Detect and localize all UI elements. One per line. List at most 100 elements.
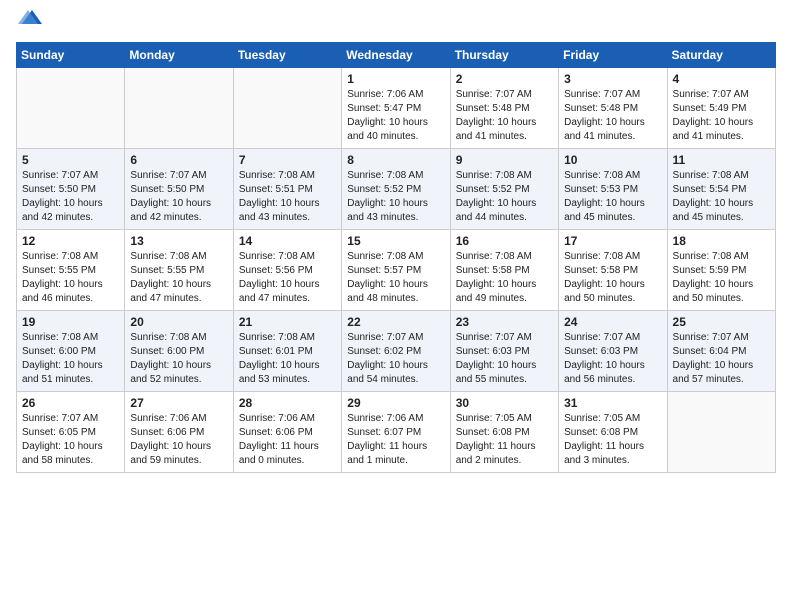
calendar-cell: 5 Sunrise: 7:07 AM Sunset: 5:50 PM Daylig… — [17, 149, 125, 230]
calendar-cell: 19 Sunrise: 7:08 AM Sunset: 6:00 PM Dayli… — [17, 311, 125, 392]
day-info: Sunrise: 7:07 AM Sunset: 6:05 PM Dayligh… — [22, 412, 119, 468]
day-number: 15 — [347, 234, 444, 248]
day-info: Sunrise: 7:08 AM Sunset: 5:55 PM Dayligh… — [130, 250, 227, 306]
day-info: Sunrise: 7:08 AM Sunset: 5:55 PM Dayligh… — [22, 250, 119, 306]
calendar-cell: 22Sunrise: 7:07 AM Sunset: 6:02 PM Dayli… — [342, 311, 450, 392]
day-number: 17 — [564, 234, 661, 248]
day-number: 4 — [673, 72, 770, 86]
day-info: Sunrise: 7:08 AM Sunset: 5:57 PM Dayligh… — [347, 250, 444, 306]
weekday-header-saturday: Saturday — [667, 43, 775, 68]
calendar-cell: 2 Sunrise: 7:07 AM Sunset: 5:48 PM Daylig… — [450, 68, 558, 149]
calendar-cell: 10Sunrise: 7:08 AM Sunset: 5:53 PM Dayli… — [559, 149, 667, 230]
day-info: Sunrise: 7:07 AM Sunset: 6:03 PM Dayligh… — [456, 331, 553, 387]
day-info: Sunrise: 7:08 AM Sunset: 6:00 PM Dayligh… — [130, 331, 227, 387]
day-info: Sunrise: 7:07 AM Sunset: 6:04 PM Dayligh… — [673, 331, 770, 387]
day-number: 8 — [347, 153, 444, 167]
calendar-week-3: 12Sunrise: 7:08 AM Sunset: 5:55 PM Dayli… — [17, 230, 776, 311]
calendar-week-4: 19 Sunrise: 7:08 AM Sunset: 6:00 PM Dayli… — [17, 311, 776, 392]
calendar-cell: 25 Sunrise: 7:07 AM Sunset: 6:04 PM Dayli… — [667, 311, 775, 392]
day-number: 23 — [456, 315, 553, 329]
day-number: 20 — [130, 315, 227, 329]
day-number: 29 — [347, 396, 444, 410]
calendar-cell: 18 Sunrise: 7:08 AM Sunset: 5:59 PM Dayli… — [667, 230, 775, 311]
weekday-header-thursday: Thursday — [450, 43, 558, 68]
day-info: Sunrise: 7:06 AM Sunset: 6:06 PM Dayligh… — [239, 412, 336, 468]
calendar-cell: 21 Sunrise: 7:08 AM Sunset: 6:01 PM Dayli… — [233, 311, 341, 392]
calendar-cell: 11Sunrise: 7:08 AM Sunset: 5:54 PM Dayli… — [667, 149, 775, 230]
day-number: 26 — [22, 396, 119, 410]
day-number: 16 — [456, 234, 553, 248]
day-number: 25 — [673, 315, 770, 329]
day-info: Sunrise: 7:07 AM Sunset: 5:50 PM Dayligh… — [22, 169, 119, 225]
calendar-cell: 9 Sunrise: 7:08 AM Sunset: 5:52 PM Daylig… — [450, 149, 558, 230]
day-number: 21 — [239, 315, 336, 329]
calendar-cell — [125, 68, 233, 149]
day-info: Sunrise: 7:08 AM Sunset: 5:58 PM Dayligh… — [456, 250, 553, 306]
day-number: 2 — [456, 72, 553, 86]
calendar-week-2: 5 Sunrise: 7:07 AM Sunset: 5:50 PM Daylig… — [17, 149, 776, 230]
day-info: Sunrise: 7:07 AM Sunset: 5:48 PM Dayligh… — [564, 88, 661, 144]
day-number: 27 — [130, 396, 227, 410]
calendar-cell: 8Sunrise: 7:08 AM Sunset: 5:52 PM Daylig… — [342, 149, 450, 230]
calendar-cell: 16 Sunrise: 7:08 AM Sunset: 5:58 PM Dayli… — [450, 230, 558, 311]
day-info: Sunrise: 7:05 AM Sunset: 6:08 PM Dayligh… — [564, 412, 661, 468]
calendar-cell: 7Sunrise: 7:08 AM Sunset: 5:51 PM Daylig… — [233, 149, 341, 230]
weekday-header-wednesday: Wednesday — [342, 43, 450, 68]
day-number: 7 — [239, 153, 336, 167]
day-number: 3 — [564, 72, 661, 86]
day-number: 6 — [130, 153, 227, 167]
day-info: Sunrise: 7:07 AM Sunset: 5:49 PM Dayligh… — [673, 88, 770, 144]
weekday-header-monday: Monday — [125, 43, 233, 68]
day-info: Sunrise: 7:08 AM Sunset: 6:00 PM Dayligh… — [22, 331, 119, 387]
day-info: Sunrise: 7:07 AM Sunset: 6:03 PM Dayligh… — [564, 331, 661, 387]
calendar-cell: 6Sunrise: 7:07 AM Sunset: 5:50 PM Daylig… — [125, 149, 233, 230]
weekday-header-tuesday: Tuesday — [233, 43, 341, 68]
day-info: Sunrise: 7:07 AM Sunset: 6:02 PM Dayligh… — [347, 331, 444, 387]
day-number: 28 — [239, 396, 336, 410]
day-info: Sunrise: 7:05 AM Sunset: 6:08 PM Dayligh… — [456, 412, 553, 468]
calendar-cell: 13 Sunrise: 7:08 AM Sunset: 5:55 PM Dayli… — [125, 230, 233, 311]
calendar-cell: 4 Sunrise: 7:07 AM Sunset: 5:49 PM Daylig… — [667, 68, 775, 149]
day-number: 9 — [456, 153, 553, 167]
day-info: Sunrise: 7:08 AM Sunset: 5:58 PM Dayligh… — [564, 250, 661, 306]
calendar-cell: 23 Sunrise: 7:07 AM Sunset: 6:03 PM Dayli… — [450, 311, 558, 392]
calendar-cell: 26 Sunrise: 7:07 AM Sunset: 6:05 PM Dayli… — [17, 392, 125, 473]
calendar-week-1: 1 Sunrise: 7:06 AM Sunset: 5:47 PM Daylig… — [17, 68, 776, 149]
day-info: Sunrise: 7:07 AM Sunset: 5:48 PM Dayligh… — [456, 88, 553, 144]
day-number: 11 — [673, 153, 770, 167]
day-number: 10 — [564, 153, 661, 167]
calendar-cell: 28 Sunrise: 7:06 AM Sunset: 6:06 PM Dayli… — [233, 392, 341, 473]
calendar-week-5: 26 Sunrise: 7:07 AM Sunset: 6:05 PM Dayli… — [17, 392, 776, 473]
day-number: 1 — [347, 72, 444, 86]
day-info: Sunrise: 7:06 AM Sunset: 6:07 PM Dayligh… — [347, 412, 444, 468]
calendar-cell — [17, 68, 125, 149]
day-info: Sunrise: 7:08 AM Sunset: 5:59 PM Dayligh… — [673, 250, 770, 306]
day-number: 14 — [239, 234, 336, 248]
day-info: Sunrise: 7:08 AM Sunset: 5:52 PM Dayligh… — [456, 169, 553, 225]
calendar-table: SundayMondayTuesdayWednesdayThursdayFrid… — [16, 42, 776, 473]
day-info: Sunrise: 7:06 AM Sunset: 6:06 PM Dayligh… — [130, 412, 227, 468]
page-header — [16, 16, 776, 30]
calendar-cell: 27 Sunrise: 7:06 AM Sunset: 6:06 PM Dayli… — [125, 392, 233, 473]
day-info: Sunrise: 7:06 AM Sunset: 5:47 PM Dayligh… — [347, 88, 444, 144]
calendar-cell: 31 Sunrise: 7:05 AM Sunset: 6:08 PM Dayli… — [559, 392, 667, 473]
calendar-cell — [667, 392, 775, 473]
calendar-cell: 29 Sunrise: 7:06 AM Sunset: 6:07 PM Dayli… — [342, 392, 450, 473]
calendar-cell: 30Sunrise: 7:05 AM Sunset: 6:08 PM Dayli… — [450, 392, 558, 473]
weekday-header-friday: Friday — [559, 43, 667, 68]
day-number: 19 — [22, 315, 119, 329]
day-info: Sunrise: 7:08 AM Sunset: 5:56 PM Dayligh… — [239, 250, 336, 306]
weekday-header-row: SundayMondayTuesdayWednesdayThursdayFrid… — [17, 43, 776, 68]
day-info: Sunrise: 7:08 AM Sunset: 6:01 PM Dayligh… — [239, 331, 336, 387]
logo-icon — [18, 6, 42, 30]
calendar-cell: 14 Sunrise: 7:08 AM Sunset: 5:56 PM Dayli… — [233, 230, 341, 311]
day-number: 5 — [22, 153, 119, 167]
logo — [16, 16, 42, 30]
day-number: 13 — [130, 234, 227, 248]
day-number: 24 — [564, 315, 661, 329]
day-number: 31 — [564, 396, 661, 410]
day-number: 18 — [673, 234, 770, 248]
calendar-cell: 3 Sunrise: 7:07 AM Sunset: 5:48 PM Daylig… — [559, 68, 667, 149]
calendar-cell: 17 Sunrise: 7:08 AM Sunset: 5:58 PM Dayli… — [559, 230, 667, 311]
calendar-cell: 12Sunrise: 7:08 AM Sunset: 5:55 PM Dayli… — [17, 230, 125, 311]
